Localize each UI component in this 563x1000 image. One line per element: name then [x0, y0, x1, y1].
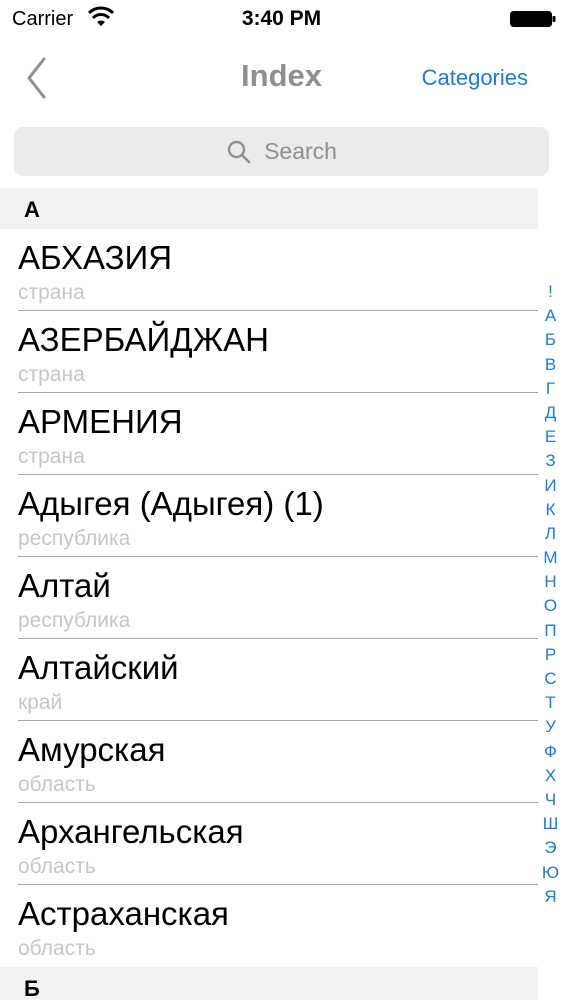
item-subtitle: область: [18, 937, 96, 960]
item-subtitle: область: [18, 855, 96, 878]
list-item[interactable]: Алтайский край: [0, 639, 538, 721]
index-letter[interactable]: Е: [538, 425, 563, 449]
index-letter[interactable]: Р: [538, 643, 563, 667]
item-title: Амурская: [18, 731, 166, 768]
item-subtitle: страна: [18, 281, 85, 304]
index-letter[interactable]: С: [538, 667, 563, 691]
section-index-bar[interactable]: ! А Б В Г Д Е З И К Л М Н О П Р С Т У Ф …: [538, 280, 563, 910]
index-letter[interactable]: И: [538, 474, 563, 498]
index-letter[interactable]: Ш: [538, 812, 563, 836]
item-subtitle: страна: [18, 363, 85, 386]
index-letter[interactable]: У: [538, 715, 563, 739]
index-letter[interactable]: Ю: [538, 861, 563, 885]
index-letter[interactable]: Ч: [538, 788, 563, 812]
categories-button[interactable]: Categories: [422, 65, 528, 91]
index-letter[interactable]: !: [538, 280, 563, 304]
index-letter[interactable]: Б: [538, 328, 563, 352]
item-subtitle: республика: [18, 609, 131, 632]
index-letter[interactable]: Н: [538, 570, 563, 594]
status-time: 3:40 PM: [241, 7, 322, 30]
item-subtitle: край: [18, 691, 63, 714]
index-letter[interactable]: Д: [538, 401, 563, 425]
search-bar[interactable]: Search: [14, 127, 549, 176]
index-letter[interactable]: М: [538, 546, 563, 570]
list-item[interactable]: Алтай республика: [0, 557, 538, 639]
item-title: Астраханская: [18, 895, 229, 932]
search-input[interactable]: Search: [14, 127, 549, 176]
item-title: Алтай: [18, 567, 111, 604]
item-title: АРМЕНИЯ: [18, 403, 183, 440]
item-subtitle: республика: [18, 527, 131, 550]
search-placeholder: Search: [264, 138, 337, 164]
index-letter[interactable]: К: [538, 498, 563, 522]
section-header: А: [0, 188, 538, 229]
index-letter[interactable]: З: [538, 449, 563, 473]
item-title: Алтайский: [18, 649, 179, 686]
search-icon: [227, 140, 251, 163]
index-letter[interactable]: П: [538, 619, 563, 643]
section-letter: Б: [24, 976, 40, 1000]
battery-icon: [510, 11, 556, 27]
index-letter[interactable]: Э: [538, 836, 563, 860]
item-subtitle: область: [18, 773, 96, 796]
item-title: АЗЕРБАЙДЖАН: [18, 321, 269, 358]
item-title: АБХАЗИЯ: [18, 239, 173, 276]
region-list: А АБХАЗИЯ страна АЗЕРБАЙДЖАН страна АРМЕ…: [0, 188, 538, 1000]
list-item[interactable]: АРМЕНИЯ страна: [0, 393, 538, 475]
item-title: Адыгея (Адыгея) (1): [18, 485, 324, 522]
section-header: Б: [0, 967, 538, 1000]
list-item[interactable]: Астраханская область: [0, 885, 538, 967]
item-title: Архангельская: [18, 813, 244, 850]
index-letter[interactable]: Л: [538, 522, 563, 546]
index-letter[interactable]: О: [538, 594, 563, 618]
status-bar: Carrier 3:40 PM: [0, 0, 563, 40]
list-item[interactable]: Адыгея (Адыгея) (1) республика: [0, 475, 538, 557]
index-letter[interactable]: Х: [538, 764, 563, 788]
item-subtitle: страна: [18, 445, 85, 468]
list-item[interactable]: АЗЕРБАЙДЖАН страна: [0, 311, 538, 393]
index-letter[interactable]: Т: [538, 691, 563, 715]
navigation-bar: Index Categories: [0, 40, 563, 116]
list-item[interactable]: Амурская область: [0, 721, 538, 803]
index-letter[interactable]: Ф: [538, 740, 563, 764]
index-letter[interactable]: В: [538, 353, 563, 377]
list-item[interactable]: Архангельская область: [0, 803, 538, 885]
index-letter[interactable]: Я: [538, 885, 563, 909]
list-item[interactable]: АБХАЗИЯ страна: [0, 229, 538, 311]
index-letter[interactable]: Г: [538, 377, 563, 401]
section-letter: А: [24, 197, 40, 222]
index-letter[interactable]: А: [538, 304, 563, 328]
